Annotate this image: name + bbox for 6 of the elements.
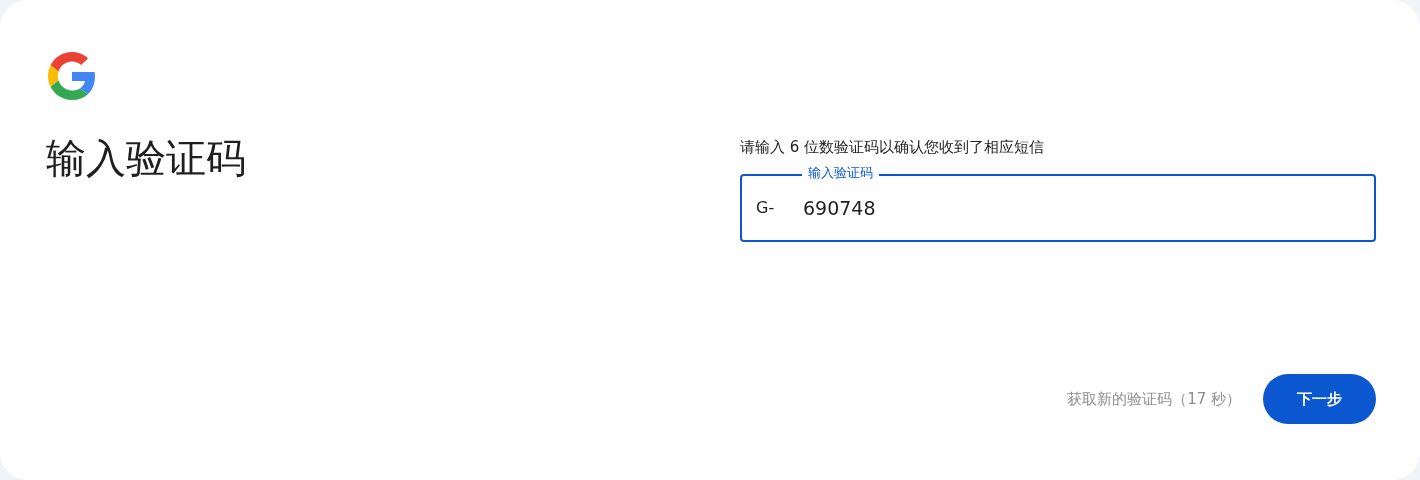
instruction-text: 请输入 6 位数验证码以确认您收到了相应短信 [740,137,1046,158]
google-logo-icon [48,52,96,100]
code-prefix: G- [756,197,775,219]
field-label: 输入验证码 [802,165,879,181]
next-button[interactable]: 下一步 [1263,374,1376,424]
page-title: 输入验证码 [46,134,247,183]
